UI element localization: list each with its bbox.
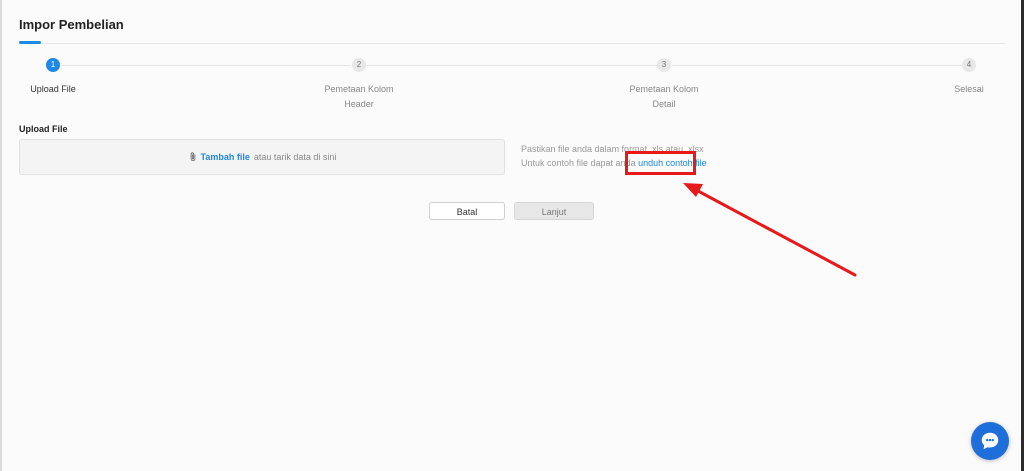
chat-bubble-icon — [981, 432, 999, 450]
annotation-arrow — [683, 183, 857, 277]
chat-support-button[interactable] — [971, 422, 1009, 460]
